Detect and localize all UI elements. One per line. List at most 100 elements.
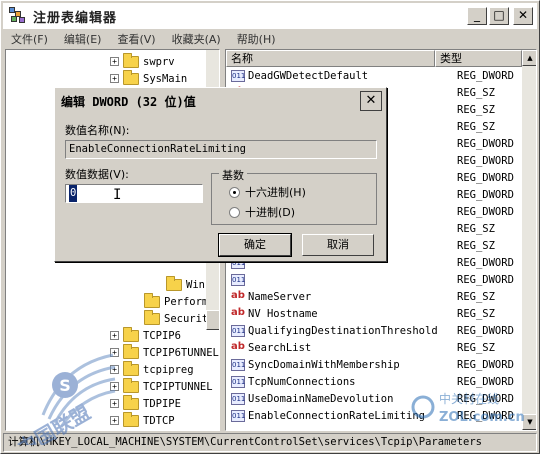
folder-icon (123, 69, 139, 85)
expand-icon[interactable]: + (110, 348, 119, 357)
dec-radio-option[interactable]: 十进制(D) (229, 204, 295, 220)
expand-icon[interactable]: + (110, 382, 119, 391)
value-type: REG_DWORD (457, 256, 514, 269)
expand-icon[interactable]: + (110, 331, 119, 340)
value-type: REG_DWORD (457, 69, 514, 82)
tree-item[interactable]: + TCPIPTUNNEL (110, 377, 213, 395)
value-type: REG_DWORD (457, 409, 514, 422)
dialog-title-bar[interactable]: 编辑 DWORD (32 位)值 ✕ (57, 90, 384, 112)
column-header-name[interactable]: 名称 (226, 50, 435, 67)
value-type: REG_SZ (457, 290, 495, 303)
value-name: EnableConnectionRateLimiting (248, 409, 426, 422)
scroll-down-icon[interactable]: ▼ (522, 414, 536, 430)
column-header-type[interactable]: 类型 (435, 50, 522, 67)
folder-icon (166, 275, 182, 291)
tree-item-label: TCPIP6TUNNEL (143, 346, 219, 359)
ok-button[interactable]: 确定 (218, 233, 292, 257)
value-data-input[interactable]: 0 (65, 184, 203, 203)
tree-scrollbar-thumb[interactable] (206, 310, 219, 330)
value-type: REG_SZ (457, 103, 495, 116)
value-type: REG_SZ (457, 307, 495, 320)
tree-item-label: tcpipreg (143, 363, 194, 376)
expand-icon[interactable]: + (110, 399, 119, 408)
close-button[interactable]: ✕ (513, 7, 533, 25)
folder-icon (123, 411, 139, 427)
value-type: REG_DWORD (457, 273, 514, 286)
binary-value-icon: 011 (231, 375, 246, 388)
menu-help[interactable]: 帮助(H) (229, 31, 284, 47)
value-row[interactable]: 011 EnableConnectionRateLimiting REG_DWORD (226, 407, 536, 424)
value-row[interactable]: 011 REG_DWORD (226, 271, 536, 288)
hex-radio-icon[interactable] (229, 186, 240, 198)
tree-item[interactable]: + TCPIP6TUNNEL (110, 343, 219, 361)
tree-item[interactable]: + TDTCP (110, 411, 175, 429)
folder-icon (144, 309, 160, 325)
expand-icon[interactable]: + (110, 57, 119, 66)
folder-icon (123, 377, 139, 393)
tree-item-label: SysMain (143, 72, 188, 85)
edit-dword-dialog: 编辑 DWORD (32 位)值 ✕ 数值名称(N): EnableConnec… (54, 87, 387, 262)
tree-item-label: TCPIP6 (143, 329, 181, 342)
expand-icon[interactable]: + (110, 416, 119, 425)
minimize-button[interactable]: _ (467, 7, 487, 25)
dec-radio-icon[interactable] (229, 206, 240, 218)
value-data-text: 0 (69, 185, 78, 202)
value-row[interactable]: 011 DeadGWDetectDefault REG_DWORD (226, 67, 536, 84)
string-value-icon: ab (231, 340, 245, 352)
tree-item[interactable]: + SysMain (110, 69, 188, 87)
value-row[interactable]: 011 SyncDomainWithMembership REG_DWORD (226, 356, 536, 373)
hex-radio-option[interactable]: 十六进制(H) (229, 184, 306, 200)
title-bar[interactable]: 注册表编辑器 _ □ ✕ (3, 3, 537, 29)
tree-item-label: TDTCP (143, 414, 175, 427)
list-scrollbar-track[interactable]: ▲ ▼ (522, 50, 536, 430)
value-name: UseDomainNameDevolution (248, 392, 394, 405)
binary-value-icon: 011 (231, 273, 246, 286)
dialog-close-button[interactable]: ✕ (360, 91, 382, 111)
menu-bar: 文件(F) 编辑(E) 查看(V) 收藏夹(A) 帮助(H) (3, 30, 537, 48)
tree-item[interactable]: + TDPIPE (110, 394, 181, 412)
menu-view[interactable]: 查看(V) (109, 31, 163, 47)
folder-icon (123, 52, 139, 68)
value-type: REG_DWORD (457, 324, 514, 337)
value-row[interactable]: 011 UseDomainNameDevolution REG_DWORD (226, 390, 536, 407)
hex-radio-label: 十六进制(H) (245, 186, 306, 199)
menu-file[interactable]: 文件(F) (3, 31, 56, 47)
base-group-title: 基数 (219, 167, 247, 183)
value-type: REG_DWORD (457, 188, 514, 201)
menu-edit[interactable]: 编辑(E) (56, 31, 110, 47)
registry-editor-icon (9, 7, 27, 25)
text-cursor-icon: I (113, 187, 122, 203)
menu-favorites[interactable]: 收藏夹(A) (164, 31, 229, 47)
expand-icon[interactable]: + (110, 365, 119, 374)
cancel-button[interactable]: 取消 (302, 234, 374, 256)
dec-radio-label: 十进制(D) (245, 206, 296, 219)
value-type: REG_DWORD (457, 375, 514, 388)
tree-item[interactable]: + TCPIP6 (110, 326, 181, 344)
value-name: DeadGWDetectDefault (248, 69, 369, 82)
value-row[interactable]: ab SearchList REG_SZ (226, 339, 536, 356)
value-row[interactable]: 011 QualifyingDestinationThreshold REG_DWO… (226, 322, 536, 339)
tree-item-label: swprv (143, 55, 175, 68)
value-name-label: 数值名称(N): (65, 124, 130, 137)
maximize-button[interactable]: □ (489, 7, 509, 25)
expand-icon[interactable]: + (110, 74, 119, 83)
value-name: NV Hostname (248, 307, 318, 320)
value-type: REG_SZ (457, 239, 495, 252)
tree-item-label: TCPIPTUNNEL (143, 380, 213, 393)
folder-icon (123, 360, 139, 376)
folder-icon (123, 343, 139, 359)
value-row[interactable]: ab NameServer REG_SZ (226, 288, 536, 305)
tree-item[interactable]: Security (144, 309, 215, 327)
value-name: SyncDomainWithMembership (248, 358, 400, 371)
value-name: SearchList (248, 341, 312, 354)
binary-value-icon: 011 (231, 69, 246, 82)
tree-item[interactable]: + tcpipreg (110, 360, 194, 378)
value-row[interactable]: ab NV Hostname REG_SZ (226, 305, 536, 322)
value-row[interactable]: 011 TcpNumConnections REG_DWORD (226, 373, 536, 390)
value-type: REG_DWORD (457, 137, 514, 150)
string-value-icon: ab (231, 289, 245, 301)
tree-item[interactable]: + swprv (110, 52, 175, 70)
scroll-up-icon[interactable]: ▲ (522, 50, 536, 66)
value-name: NameServer (248, 290, 312, 303)
value-name: QualifyingDestinationThreshold (248, 324, 438, 337)
